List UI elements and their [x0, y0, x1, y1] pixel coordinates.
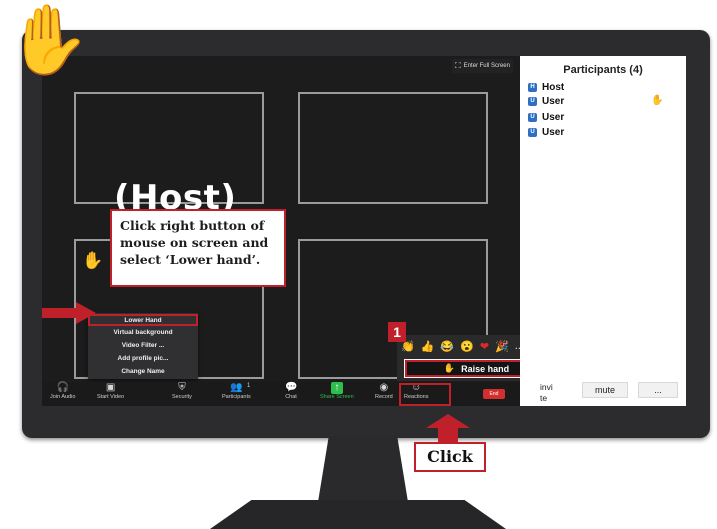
monitor-stand-neck: [318, 436, 408, 502]
participant-raised-hand-icon: ✋: [651, 95, 664, 106]
start-video-button[interactable]: ▣ Start Video: [97, 382, 124, 400]
more-options-button[interactable]: ...: [638, 382, 678, 398]
raised-hand-icon: ✋: [82, 251, 104, 270]
participant-row[interactable]: U User: [528, 127, 564, 138]
enter-full-screen-label: Enter Full Screen: [463, 63, 510, 69]
reactions-popup: 👏 👍 😂 😮 ❤ 🎉 ... ✋ Raise hand: [397, 335, 520, 381]
headphones-icon: 🎧: [56, 382, 70, 393]
menu-item-virtual-background[interactable]: Virtual background: [88, 327, 198, 339]
security-label: Security: [172, 394, 192, 400]
participants-panel: Participants (4) H Host U User ✋ U User …: [520, 56, 686, 406]
people-icon: 👥: [230, 382, 243, 393]
instruction-callout: Click right button of mouse on screen an…: [110, 209, 286, 287]
avatar: H: [528, 83, 537, 92]
menu-item-video-filter[interactable]: Video Filter ...: [88, 340, 198, 352]
start-video-label: Start Video: [97, 394, 125, 400]
chat-icon: 💬: [285, 382, 298, 393]
raised-hand-icon: ✋: [443, 363, 456, 373]
end-meeting-button[interactable]: End: [483, 389, 505, 399]
thumbs-up-emoji-button[interactable]: 👍: [421, 340, 435, 353]
record-label: Record: [375, 394, 393, 400]
video-tile-2: [298, 92, 488, 204]
mute-all-button[interactable]: mute: [582, 382, 628, 398]
reactions-highlight: [399, 383, 451, 406]
menu-item-lower-hand[interactable]: Lower Hand: [88, 314, 198, 326]
record-button[interactable]: ◉ Record: [375, 382, 393, 400]
step-number-badge: 1: [388, 322, 406, 342]
video-off-icon: ▣: [105, 382, 116, 393]
enter-full-screen-button[interactable]: ⛶ Enter Full Screen: [452, 59, 513, 73]
click-label: Click: [414, 442, 486, 472]
record-icon: ◉: [379, 382, 389, 393]
menu-item-add-profile-pic[interactable]: Add profile pic...: [88, 353, 198, 365]
invite-button[interactable]: invi te: [526, 382, 566, 403]
menu-item-change-name[interactable]: Change Name: [88, 366, 198, 378]
participants-title: Participants (4): [563, 64, 643, 76]
pointer-arrow-up-icon: [426, 414, 470, 442]
monitor-stand-base: [210, 500, 506, 529]
expand-icon: ⛶: [455, 61, 461, 70]
pointer-arrow-right-icon: [42, 302, 96, 324]
share-screen-button[interactable]: ↑ Share Screen: [320, 382, 354, 400]
avatar: U: [528, 113, 537, 122]
laugh-emoji-button[interactable]: 😂: [440, 340, 454, 353]
join-audio-button[interactable]: 🎧 Join Audio: [50, 382, 75, 400]
raise-hand-label: Raise hand: [461, 363, 510, 374]
avatar: U: [528, 128, 537, 137]
chat-button[interactable]: 💬 Chat: [285, 382, 297, 400]
surprised-emoji-button[interactable]: 😮: [460, 340, 474, 353]
security-button[interactable]: ⛨ Security: [172, 382, 192, 400]
participants-label: Participants: [222, 394, 251, 400]
participants-count: 1: [247, 383, 251, 389]
share-screen-label: Share Screen: [320, 394, 354, 400]
context-menu: Lower Hand Virtual background Video Filt…: [88, 313, 198, 379]
participant-name: Host: [542, 82, 565, 93]
participant-name: User: [542, 96, 565, 107]
chat-label: Chat: [285, 394, 297, 400]
participant-name: User: [542, 112, 565, 123]
share-screen-icon: ↑: [330, 382, 343, 394]
participant-name: User: [542, 127, 565, 138]
heart-emoji-button[interactable]: ❤: [480, 340, 489, 353]
avatar: U: [528, 97, 537, 106]
raise-hand-button[interactable]: ✋ Raise hand: [404, 359, 520, 378]
party-emoji-button[interactable]: 🎉: [495, 340, 509, 353]
emoji-row: 👏 👍 😂 😮 ❤ 🎉 ...: [401, 340, 520, 353]
raised-hand-icon: ✋: [6, 2, 91, 78]
shield-icon: ⛨: [178, 382, 186, 393]
participant-row[interactable]: U User: [528, 96, 564, 107]
participant-row[interactable]: U User: [528, 112, 564, 123]
participant-row[interactable]: H Host: [528, 82, 564, 93]
join-audio-label: Join Audio: [50, 394, 76, 400]
